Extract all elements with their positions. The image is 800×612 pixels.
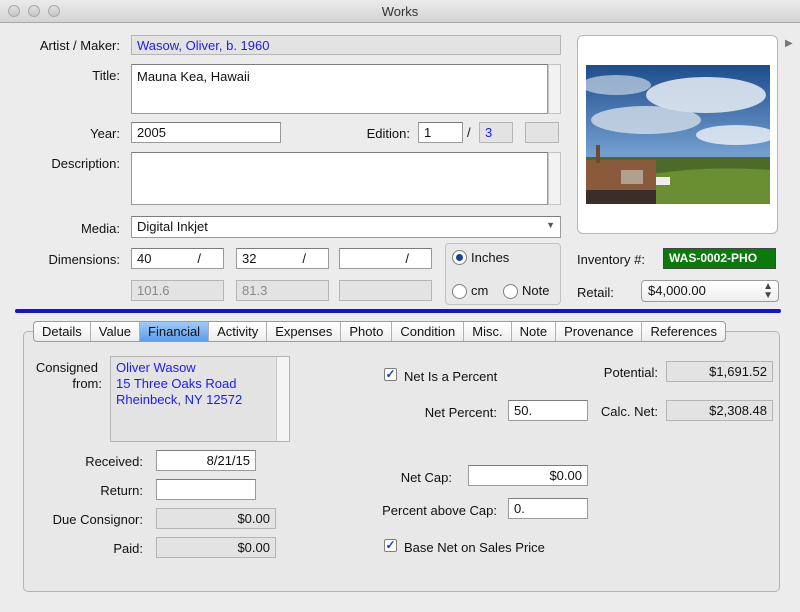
- artist-field[interactable]: Wasow, Oliver, b. 1960: [131, 35, 561, 55]
- description-field[interactable]: [131, 152, 548, 205]
- percent-above-cap-label: Percent above Cap:: [382, 503, 497, 518]
- received-field[interactable]: 8/21/15: [156, 450, 256, 471]
- consignor-scrollbar[interactable]: [276, 357, 289, 441]
- cm-label: cm: [471, 283, 489, 298]
- edition-label: Edition:: [366, 126, 410, 141]
- stepper-icon: ▲ ▼: [763, 281, 773, 301]
- inches-radio[interactable]: [452, 250, 467, 265]
- inventory-field[interactable]: WAS-0002-PHO: [663, 248, 776, 269]
- retail-label: Retail:: [577, 285, 614, 300]
- tab-note[interactable]: Note: [512, 322, 557, 341]
- tab-provenance[interactable]: Provenance: [556, 322, 643, 341]
- section-divider: [15, 309, 781, 313]
- consignor-address[interactable]: Oliver Wasow 15 Three Oaks Road Rheinbec…: [110, 356, 290, 442]
- note-radio[interactable]: [503, 284, 518, 299]
- net-cap-label: Net Cap:: [400, 470, 452, 485]
- edition-separator: /: [467, 125, 471, 140]
- percent-above-cap-field[interactable]: 0.: [508, 498, 588, 519]
- paid-field[interactable]: $0.00: [156, 537, 276, 558]
- base-net-label: Base Net on Sales Price: [404, 540, 545, 555]
- retail-value: $4,000.00: [648, 283, 706, 298]
- base-net-checkbox[interactable]: ✓: [384, 539, 397, 552]
- net-cap-field[interactable]: $0.00: [468, 465, 588, 486]
- dimension-2-field[interactable]: 32 /: [236, 248, 329, 269]
- consignor-name: Oliver Wasow: [116, 360, 196, 375]
- dimensions-label: Dimensions:: [48, 252, 120, 267]
- title-scrollbar[interactable]: [548, 64, 561, 114]
- dimension-1-cm-field[interactable]: 101.6: [131, 280, 224, 301]
- net-is-percent-checkbox[interactable]: ✓: [384, 368, 397, 381]
- return-label: Return:: [100, 483, 143, 498]
- dimension-3-field[interactable]: /: [339, 248, 432, 269]
- tab-value[interactable]: Value: [91, 322, 141, 341]
- dimension-1-field[interactable]: 40 /: [131, 248, 224, 269]
- paid-label: Paid:: [113, 541, 143, 556]
- tab-misc[interactable]: Misc.: [464, 322, 512, 341]
- calc-net-label: Calc. Net:: [600, 404, 658, 419]
- cm-radio[interactable]: [452, 284, 467, 299]
- dimension-2-slash: /: [302, 251, 306, 266]
- tab-references[interactable]: References: [642, 322, 724, 341]
- title-field[interactable]: Mauna Kea, Hawaii: [131, 64, 548, 114]
- dimension-2-cm-field[interactable]: 81.3: [236, 280, 329, 301]
- potential-field[interactable]: $1,691.52: [666, 361, 773, 382]
- edition-extra-field[interactable]: [525, 122, 559, 143]
- due-consignor-label: Due Consignor:: [52, 512, 143, 527]
- tab-bar: Details Value Financial Activity Expenses Pho…: [33, 321, 726, 342]
- disclosure-triangle-icon[interactable]: ▶: [785, 38, 793, 49]
- tab-photo[interactable]: Photo: [341, 322, 393, 341]
- artwork-photo: [586, 65, 770, 204]
- inventory-label: Inventory #:: [577, 252, 645, 267]
- dimension-3-cm-field[interactable]: [339, 280, 432, 301]
- edition-number-field[interactable]: 1: [418, 122, 463, 143]
- dimension-1-slash: /: [197, 251, 201, 266]
- window-title: Works: [381, 4, 419, 19]
- calc-net-field[interactable]: $2,308.48: [666, 400, 773, 421]
- media-value: Digital Inkjet: [137, 219, 208, 234]
- artist-label: Artist / Maker:: [39, 38, 120, 53]
- net-is-percent-label: Net Is a Percent: [404, 369, 498, 384]
- tab-expenses[interactable]: Expenses: [267, 322, 342, 341]
- tab-financial[interactable]: Financial: [140, 322, 210, 341]
- return-field[interactable]: [156, 479, 256, 500]
- edition-total-field[interactable]: 3: [479, 122, 513, 143]
- inches-label: Inches: [471, 250, 510, 265]
- net-percent-label: Net Percent:: [424, 405, 497, 420]
- consigned-label: Consigned: [35, 360, 98, 375]
- due-consignor-field[interactable]: $0.00: [156, 508, 276, 529]
- dimension-1-value: 40: [137, 251, 152, 266]
- potential-label: Potential:: [603, 365, 658, 380]
- year-field[interactable]: 2005: [131, 122, 281, 143]
- retail-select[interactable]: $4,000.00 ▲ ▼: [641, 280, 779, 302]
- tab-activity[interactable]: Activity: [209, 322, 268, 341]
- media-select[interactable]: Digital Inkjet ▼: [131, 216, 561, 238]
- consignor-city: Rheinbeck, NY 12572: [116, 392, 243, 407]
- description-label: Description:: [51, 156, 120, 171]
- tab-condition[interactable]: Condition: [392, 322, 465, 341]
- description-scrollbar[interactable]: [548, 152, 561, 205]
- year-label: Year:: [90, 126, 120, 141]
- title-label: Title:: [92, 68, 120, 83]
- received-label: Received:: [85, 454, 143, 469]
- media-label: Media:: [80, 221, 120, 236]
- dimension-2-value: 32: [242, 251, 257, 266]
- dimension-3-slash: /: [405, 251, 409, 266]
- tab-details[interactable]: Details: [34, 322, 91, 341]
- consignor-street: 15 Three Oaks Road: [116, 376, 237, 391]
- note-label: Note: [522, 283, 550, 298]
- chevron-down-icon: ▼: [546, 220, 555, 230]
- net-percent-field[interactable]: 50.: [508, 400, 588, 421]
- consigned-from-label: from:: [72, 376, 102, 391]
